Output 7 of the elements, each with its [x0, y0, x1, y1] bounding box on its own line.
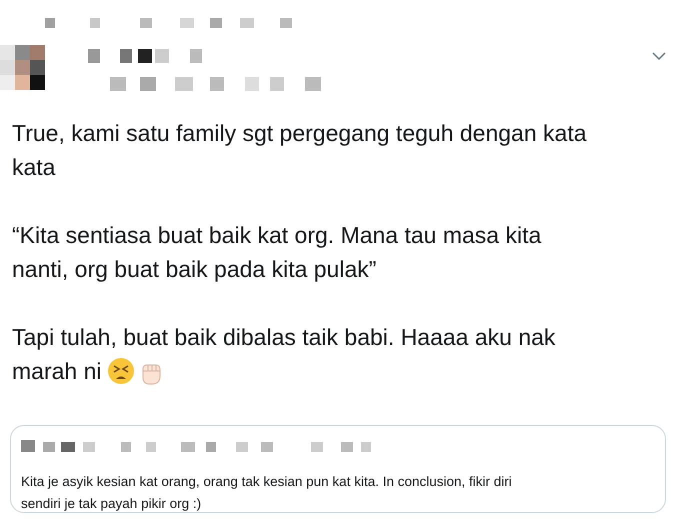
quoted-tweet-text: Kita je asyik kesian kat orang, orang tak kesian pun kat kita. In conclusion, fikir diri sendiri je tak payah pikir org :) [21, 473, 513, 513]
chevron-down-icon[interactable] [652, 52, 666, 61]
tweet-text: True, kami satu family sgt pergegang teguh dengan kata kata [12, 119, 588, 182]
tweet-text: “Kita sentiasa buat baik kat org. Mana tau masa kita nanti, org buat baik pada kita pulak” [12, 221, 542, 284]
quoted-tweet-card[interactable]: Kita je asyik kesian kat orang, orang tak kesian pun kat kita. In conclusion, fikir diri sendiri je tak payah pikir org :) [10, 425, 666, 513]
tweet-text: Tapi tulah, buat baik dibalas taik babi. Haaaa aku nak marah ni [12, 323, 556, 387]
tired-face-icon [107, 357, 136, 385]
